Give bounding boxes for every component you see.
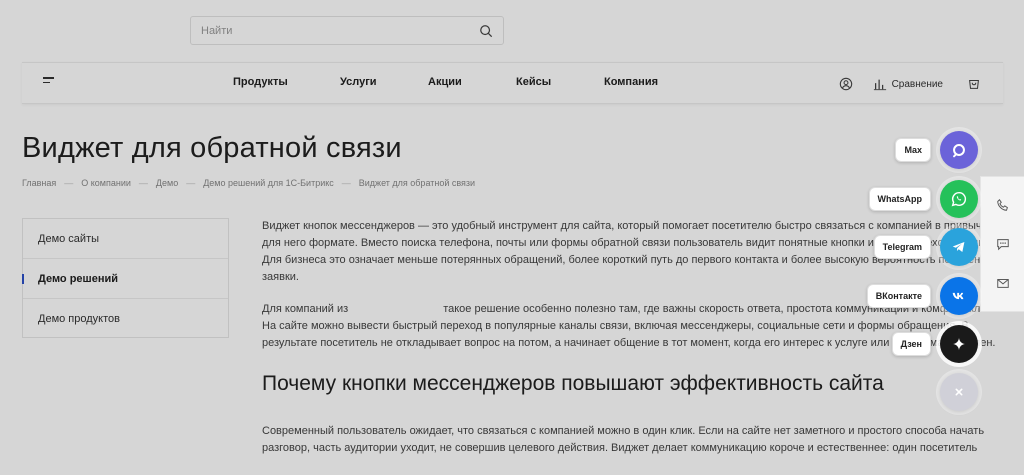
max-button[interactable] xyxy=(940,131,978,169)
paragraph-start: Для компаний из xyxy=(262,303,349,315)
dzen-icon xyxy=(952,337,966,351)
nav-item-cases[interactable]: Кейсы xyxy=(516,76,551,88)
dzen-button[interactable] xyxy=(940,325,978,363)
telegram-icon xyxy=(952,242,965,252)
vk-icon xyxy=(952,292,964,300)
breadcrumb-item[interactable]: Демо xyxy=(156,178,178,188)
side-item-demo-sites[interactable]: Демо сайты xyxy=(23,219,228,259)
menu-icon[interactable] xyxy=(43,77,57,89)
breadcrumb-item[interactable]: Главная xyxy=(22,178,56,188)
breadcrumb-item[interactable]: О компании xyxy=(81,178,131,188)
max-icon xyxy=(953,144,965,158)
side-item-demo-solutions[interactable]: Демо решений xyxy=(22,259,228,299)
vkontakte-button[interactable] xyxy=(940,277,978,315)
breadcrumb-current: Виджет для обратной связи xyxy=(358,178,476,188)
max-label[interactable]: Max xyxy=(895,138,931,162)
search-box[interactable]: Найти xyxy=(190,16,504,45)
breadcrumb: Главная — О компании — Демо — Демо решений … xyxy=(22,178,476,188)
nav-item-products[interactable]: Продукты xyxy=(233,76,288,88)
nav-item-promotions[interactable]: Акции xyxy=(428,76,462,88)
side-item-demo-products[interactable]: Демо продуктов xyxy=(23,299,228,339)
close-icon xyxy=(955,388,963,396)
side-menu: Демо сайты Демо решений Демо продуктов xyxy=(22,218,229,338)
close-widget-button[interactable] xyxy=(940,373,978,411)
whatsapp-icon xyxy=(951,191,967,207)
page-title: Виджет для обратной связи xyxy=(22,132,402,164)
breadcrumb-item[interactable]: Демо решений для 1С-Битрикс xyxy=(203,178,334,188)
messenger-widget: Max WhatsApp Telegram ВКонтакте Дзен xyxy=(824,0,1024,475)
search-input[interactable]: Найти xyxy=(201,25,479,37)
nav-item-services[interactable]: Услуги xyxy=(340,76,377,88)
vkontakte-label[interactable]: ВКонтакте xyxy=(866,284,931,308)
whatsapp-label[interactable]: WhatsApp xyxy=(868,187,931,211)
telegram-label[interactable]: Telegram xyxy=(873,235,931,259)
search-icon[interactable] xyxy=(479,24,493,38)
dzen-label[interactable]: Дзен xyxy=(891,332,931,356)
whatsapp-button[interactable] xyxy=(940,180,978,218)
nav-item-company[interactable]: Компания xyxy=(604,76,658,88)
telegram-button[interactable] xyxy=(940,228,978,266)
